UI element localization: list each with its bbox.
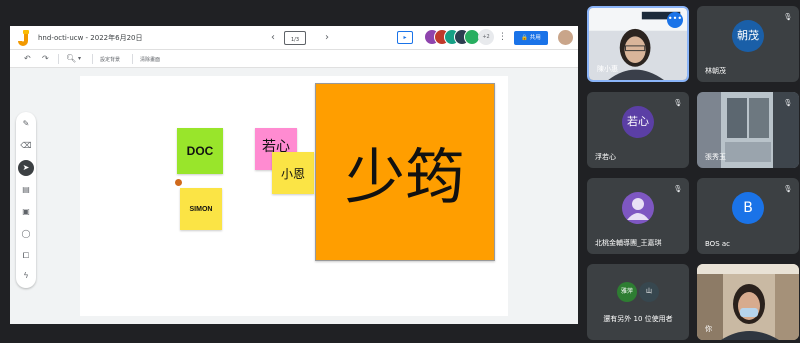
zoom-dropdown-icon[interactable]: ▾ — [78, 53, 81, 65]
participant-name: 北桃金輔導團_王嘉琪 — [595, 239, 662, 247]
participant-video — [697, 264, 799, 340]
document-title[interactable]: hnd-octi-ucw - 2022年6月20日 — [38, 33, 142, 43]
mic-off-icon: 🎙︎ — [673, 99, 683, 107]
mic-off-icon: 🎙︎ — [783, 99, 793, 107]
avatar: B — [732, 192, 764, 224]
toolbar-divider — [132, 54, 133, 64]
redo-icon[interactable]: ↷ — [42, 53, 49, 65]
circle-icon[interactable]: ◯ — [16, 228, 36, 240]
participant-tile[interactable]: 🎙︎ 張秀玉 — [697, 92, 799, 168]
others-tile[interactable]: 雅萍 山 還有另外 10 位使用者 — [587, 264, 689, 340]
collaborator-cursor-icon — [174, 178, 183, 187]
participant-name: 林朝茂 — [705, 67, 726, 75]
prev-frame-icon[interactable]: ‹ — [268, 31, 278, 45]
participant-tile[interactable]: 🎙︎ 北桃金輔導團_王嘉琪 — [587, 178, 689, 254]
drawing-tool-rail: ✎ ⌫ ➤ ▤ ▣ ◯ ⧠ ϟ — [16, 112, 36, 288]
more-options-icon[interactable]: ••• — [667, 12, 683, 28]
jamboard-logo[interactable] — [18, 30, 30, 46]
next-frame-icon[interactable]: › — [322, 31, 332, 45]
undo-icon[interactable]: ↶ — [24, 53, 31, 65]
others-avatars: 雅萍 山 — [617, 282, 661, 302]
mic-off-icon: 🎙︎ — [673, 185, 683, 193]
zoom-icon[interactable]: 🔍︎ — [66, 53, 76, 65]
mic-off-icon: 🎙︎ — [783, 185, 793, 193]
avatar: 朝茂 — [732, 20, 764, 52]
mic-off-icon: 🎙︎ — [783, 13, 793, 21]
jamboard-canvas[interactable]: DOC SIMON 若心 小恩 少筠 — [80, 76, 508, 316]
clear-frame-button[interactable]: 清除畫面 — [140, 56, 160, 63]
pen-icon[interactable]: ✎ — [16, 118, 36, 130]
account-avatar[interactable] — [558, 30, 573, 45]
more-options-icon[interactable]: ⋮ — [498, 31, 507, 43]
set-background-button[interactable]: 設定背景 — [100, 56, 120, 63]
participant-tile[interactable]: ••• 陳小惠 — [587, 6, 689, 82]
participant-name: 張秀玉 — [705, 153, 726, 161]
participant-name: 浮若心 — [595, 153, 616, 161]
frame-navigator: ‹ 1/3 › — [260, 29, 340, 47]
others-count-label: 還有另外 10 位使用者 — [603, 315, 673, 323]
share-label: 共用 — [529, 35, 541, 41]
sticky-note-icon[interactable]: ▤ — [16, 184, 36, 196]
avatar: 山 — [639, 282, 659, 302]
select-icon[interactable]: ➤ — [16, 162, 36, 174]
participant-name: 你 — [705, 325, 712, 333]
self-tile[interactable]: 你 — [697, 264, 799, 340]
eraser-icon[interactable]: ⌫ — [16, 140, 36, 152]
textbox-icon[interactable]: ⧠ — [16, 250, 36, 262]
avatar: 雅萍 — [617, 282, 637, 302]
jamboard-window: hnd-octi-ucw - 2022年6月20日 ‹ 1/3 › ▸ +2 ⋮… — [10, 26, 578, 324]
laser-icon[interactable]: ϟ — [16, 270, 36, 282]
frame-counter: 1/3 — [290, 37, 300, 43]
sticky-note-shaoqi[interactable]: 少筠 — [315, 83, 495, 261]
jamboard-top-bar: hnd-octi-ucw - 2022年6月20日 ‹ 1/3 › ▸ +2 ⋮… — [10, 26, 578, 50]
participant-tile[interactable]: 🎙︎ 朝茂 林朝茂 — [697, 6, 799, 82]
sticky-note-doc[interactable]: DOC — [177, 128, 223, 174]
present-icon[interactable]: ▸ — [397, 31, 413, 44]
more-collaborators-badge[interactable]: +2 — [478, 29, 494, 45]
avatar: 若心 — [622, 106, 654, 138]
toolbar-divider — [92, 54, 93, 64]
toolbar-divider — [58, 54, 59, 64]
frame-bar-button[interactable]: 1/3 — [284, 31, 306, 45]
person-icon — [622, 192, 654, 224]
sticky-note-xiaoen[interactable]: 小恩 — [272, 152, 314, 194]
participant-tile[interactable]: 🎙︎ B BOS ac — [697, 178, 799, 254]
participant-name: 陳小惠 — [597, 65, 618, 73]
sticky-note-simon[interactable]: SIMON — [180, 188, 222, 230]
image-icon[interactable]: ▣ — [16, 206, 36, 218]
share-button[interactable]: 🔒 共用 — [514, 31, 548, 45]
jamboard-toolbar: ↶ ↷ 🔍︎ ▾ 設定背景 清除畫面 — [10, 50, 578, 68]
participant-name: BOS ac — [705, 240, 730, 248]
participant-tile[interactable]: 🎙︎ 若心 浮若心 — [587, 92, 689, 168]
